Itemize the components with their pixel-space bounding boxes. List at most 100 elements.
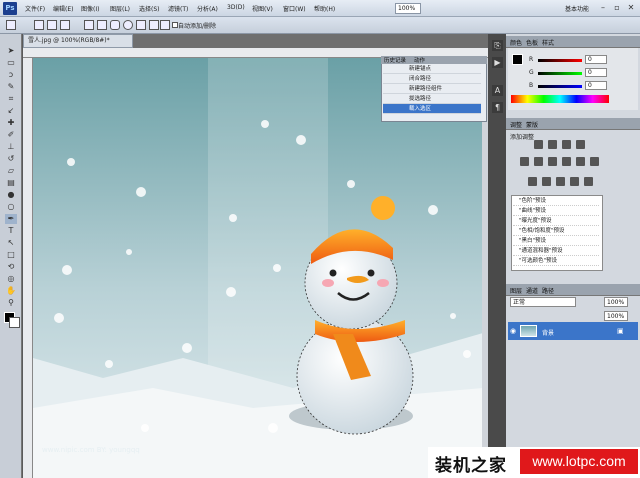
history-item[interactable]: 拢选路径 xyxy=(383,94,481,104)
line-icon[interactable] xyxy=(149,20,159,30)
stamp-tool-icon[interactable]: ⊥ xyxy=(5,142,17,152)
tab-masks[interactable]: 蒙版 xyxy=(526,120,538,129)
restore-icon[interactable]: ▫ xyxy=(610,1,624,15)
menu-filter[interactable]: 滤镜(T) xyxy=(168,4,188,13)
paths-icon[interactable] xyxy=(47,20,57,30)
tab-swatches[interactable]: 色板 xyxy=(526,38,538,47)
healing-tool-icon[interactable]: ✚ xyxy=(5,118,17,128)
character-panel-icon[interactable]: A xyxy=(492,85,503,96)
tab-color[interactable]: 颜色 xyxy=(510,38,522,47)
hand-tool-icon[interactable]: ✋ xyxy=(5,286,17,296)
marquee-tool-icon[interactable]: ▭ xyxy=(5,58,17,68)
blend-mode-select[interactable]: 正常 xyxy=(510,297,576,307)
blur-tool-icon[interactable]: ● xyxy=(5,190,17,200)
pen-icon[interactable] xyxy=(84,20,94,30)
actions-panel-icon[interactable]: ▶ xyxy=(492,57,503,68)
preset-hue-saturation[interactable]: "色相/饱和度"预设 xyxy=(513,227,599,236)
color-balance-icon[interactable] xyxy=(548,157,557,166)
green-value[interactable]: 0 xyxy=(585,68,607,77)
opacity-field[interactable]: 100% xyxy=(604,297,628,307)
quick-select-tool-icon[interactable]: ✎ xyxy=(5,82,17,92)
levels-icon[interactable] xyxy=(548,140,557,149)
brush-tool-icon[interactable]: ✐ xyxy=(5,130,17,140)
preset-levels[interactable]: "色阶"预设 xyxy=(513,197,599,206)
blue-value[interactable]: 0 xyxy=(585,81,607,90)
blue-slider[interactable] xyxy=(538,85,582,88)
menu-help[interactable]: 帮助(H) xyxy=(314,4,335,13)
black-white-icon[interactable] xyxy=(562,157,571,166)
pen-tool-icon[interactable] xyxy=(6,20,16,30)
history-item[interactable]: 新建路径组件 xyxy=(383,84,481,94)
menu-select[interactable]: 选择(S) xyxy=(139,4,160,13)
ellipse-icon[interactable] xyxy=(123,20,133,30)
menu-3d[interactable]: 3D(D) xyxy=(227,4,245,11)
background-color-swatch[interactable] xyxy=(9,317,20,328)
actions-tab[interactable]: 动作 xyxy=(414,56,425,64)
minimize-icon[interactable]: – xyxy=(596,1,610,15)
custom-shape-icon[interactable] xyxy=(160,20,170,30)
preset-black-white[interactable]: "黑白"预设 xyxy=(513,237,599,246)
gradient-tool-icon[interactable]: ▤ xyxy=(5,178,17,188)
menu-view[interactable]: 视图(V) xyxy=(252,4,273,13)
posterize-icon[interactable] xyxy=(542,177,551,186)
history-tab[interactable]: 历史记录 xyxy=(384,56,406,64)
history-item[interactable]: 新建锚点 xyxy=(383,64,481,74)
menu-window[interactable]: 窗口(W) xyxy=(283,4,306,13)
tab-adjustments[interactable]: 调整 xyxy=(510,120,522,129)
shape-tool-icon[interactable]: □ xyxy=(5,250,17,260)
color-fg-swatch[interactable] xyxy=(512,54,523,65)
gradient-map-icon[interactable] xyxy=(570,177,579,186)
rounded-rectangle-icon[interactable] xyxy=(110,20,120,30)
history-item-selected[interactable]: 载入选区 xyxy=(383,104,481,114)
type-tool-icon[interactable]: T xyxy=(5,226,17,236)
brightness-icon[interactable] xyxy=(534,140,543,149)
eyedropper-tool-icon[interactable]: ↙ xyxy=(5,106,17,116)
menu-layer[interactable]: 图层(L) xyxy=(110,4,130,13)
lasso-tool-icon[interactable]: ↄ xyxy=(5,70,17,80)
path-select-tool-icon[interactable]: ↖ xyxy=(5,238,17,248)
eraser-tool-icon[interactable]: ▱ xyxy=(5,166,17,176)
fill-field[interactable]: 100% xyxy=(604,311,628,321)
zoom-field[interactable]: 100% xyxy=(395,3,421,14)
tab-channels[interactable]: 通道 xyxy=(526,286,538,295)
workspace-label[interactable]: 基本功能 xyxy=(565,4,589,13)
history-brush-icon[interactable]: ↺ xyxy=(5,154,17,164)
history-item[interactable]: 闭合路径 xyxy=(383,74,481,84)
shape-layers-icon[interactable] xyxy=(34,20,44,30)
red-value[interactable]: 0 xyxy=(585,55,607,64)
paragraph-panel-icon[interactable]: ¶ xyxy=(492,102,503,113)
polygon-icon[interactable] xyxy=(136,20,146,30)
channel-mixer-icon[interactable] xyxy=(590,157,599,166)
3d-orbit-tool-icon[interactable]: ◎ xyxy=(5,274,17,284)
tab-layers[interactable]: 图层 xyxy=(510,286,522,295)
3d-rotate-tool-icon[interactable]: ⟲ xyxy=(5,262,17,272)
move-tool-icon[interactable]: ➤ xyxy=(5,46,17,56)
vibrance-icon[interactable] xyxy=(520,157,529,166)
menu-edit[interactable]: 编辑(E) xyxy=(53,4,73,13)
history-panel-icon[interactable]: ⎘ xyxy=(492,40,503,51)
dodge-tool-icon[interactable]: ○ xyxy=(5,202,17,212)
threshold-icon[interactable] xyxy=(556,177,565,186)
crop-tool-icon[interactable]: ⌗ xyxy=(5,94,17,104)
document-tab[interactable]: 雪人.jpg @ 100%(RGB/8#)* xyxy=(23,34,133,48)
rectangle-icon[interactable] xyxy=(97,20,107,30)
tab-styles[interactable]: 样式 xyxy=(542,38,554,47)
zoom-tool-icon[interactable]: ⚲ xyxy=(5,298,17,308)
pen-tool-active-icon[interactable]: ✒ xyxy=(5,214,17,224)
menu-analysis[interactable]: 分析(A) xyxy=(197,4,218,13)
menu-file[interactable]: 文件(F) xyxy=(25,4,45,13)
preset-curves[interactable]: "曲线"预设 xyxy=(513,207,599,216)
eye-icon[interactable]: ◉ xyxy=(510,327,516,335)
exposure-icon[interactable] xyxy=(576,140,585,149)
hue-saturation-icon[interactable] xyxy=(534,157,543,166)
selective-color-icon[interactable] xyxy=(584,177,593,186)
fill-pixels-icon[interactable] xyxy=(60,20,70,30)
invert-icon[interactable] xyxy=(528,177,537,186)
green-slider[interactable] xyxy=(538,72,582,75)
photo-filter-icon[interactable] xyxy=(576,157,585,166)
red-slider[interactable] xyxy=(538,59,582,62)
color-spectrum-bar[interactable] xyxy=(511,95,609,103)
curves-icon[interactable] xyxy=(562,140,571,149)
tab-paths[interactable]: 路径 xyxy=(542,286,554,295)
preset-exposure[interactable]: "曝光度"预设 xyxy=(513,217,599,226)
